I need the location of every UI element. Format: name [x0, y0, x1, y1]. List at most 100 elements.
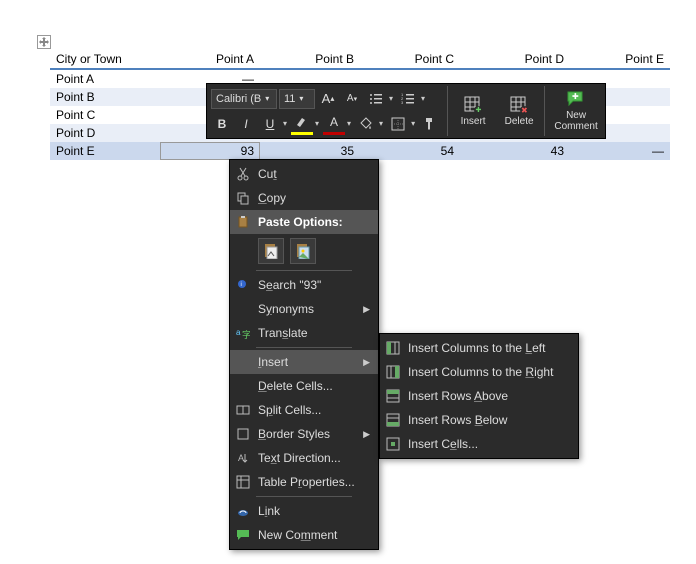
svg-text:a: a	[236, 328, 241, 337]
svg-text:✚: ✚	[572, 92, 579, 101]
menu-label: Insert Cells...	[408, 437, 570, 451]
insert-submenu: Insert Columns to the Left Insert Column…	[379, 333, 579, 459]
menu-label: Table Properties...	[258, 475, 370, 489]
menu-label: Translate	[258, 326, 370, 340]
table-header-row: City or Town Point A Point B Point C Poi…	[50, 50, 670, 69]
mini-toolbar: Calibri (B▾ 11▾ A▴ A▾ ▾ 123▾ B I U▾ ▾ A▾…	[206, 83, 606, 139]
bold-button[interactable]: B	[211, 113, 233, 135]
menu-delete-cells[interactable]: Delete Cells...	[230, 374, 378, 398]
numbering-button[interactable]: 123▾	[397, 88, 427, 110]
svg-text:A: A	[238, 453, 244, 463]
cut-icon	[234, 165, 252, 183]
insert-cells-icon	[384, 435, 402, 453]
paste-options-row	[230, 234, 378, 268]
col-point-e[interactable]: Point E	[570, 50, 670, 69]
menu-label: Cut	[258, 167, 370, 181]
menu-synonyms[interactable]: Synonyms▶	[230, 297, 378, 321]
menu-label: Insert Columns to the Right	[408, 365, 570, 379]
svg-text:✖: ✖	[521, 106, 528, 114]
col-point-d[interactable]: Point D	[460, 50, 570, 69]
menu-label: New Comment	[258, 528, 370, 542]
blank-icon	[234, 353, 252, 371]
font-color-button[interactable]: A▾	[323, 113, 353, 135]
submenu-insert-rows-below[interactable]: Insert Rows Below	[380, 408, 578, 432]
link-icon	[234, 502, 252, 520]
table-move-handle[interactable]	[37, 35, 51, 49]
menu-label: Border Styles	[258, 427, 357, 441]
paste-picture-button[interactable]	[290, 238, 316, 264]
menu-label: Insert Columns to the Left	[408, 341, 570, 355]
menu-label: Delete Cells...	[258, 379, 370, 393]
insert-table-button[interactable]: ✚ Insert	[450, 84, 496, 138]
menu-insert[interactable]: Insert▶	[230, 350, 378, 374]
menu-label: Paste Options:	[258, 215, 370, 229]
paste-keep-source-button[interactable]	[258, 238, 284, 264]
table-row[interactable]: Point E 93 35 54 43 —	[50, 142, 670, 160]
cell[interactable]: —	[570, 142, 670, 160]
row-label: Point B	[50, 88, 160, 106]
menu-label: Insert	[258, 355, 357, 369]
blank-icon	[234, 300, 252, 318]
submenu-insert-cols-left[interactable]: Insert Columns to the Left	[380, 336, 578, 360]
submenu-insert-cols-right[interactable]: Insert Columns to the Right	[380, 360, 578, 384]
text-direction-icon: A	[234, 449, 252, 467]
menu-translate[interactable]: a字 Translate	[230, 321, 378, 345]
col-point-c[interactable]: Point C	[360, 50, 460, 69]
italic-button[interactable]: I	[235, 113, 257, 135]
underline-button[interactable]: U▾	[259, 113, 289, 135]
font-size-combo[interactable]: 11▾	[279, 89, 315, 109]
submenu-insert-cells[interactable]: Insert Cells...	[380, 432, 578, 456]
new-comment-label: NewComment	[554, 110, 597, 132]
cell[interactable]: 54	[360, 142, 460, 160]
shrink-font-button[interactable]: A▾	[341, 88, 363, 110]
menu-label: Split Cells...	[258, 403, 370, 417]
paste-icon	[234, 213, 252, 231]
delete-table-button[interactable]: ✖ Delete	[496, 84, 542, 138]
highlight-color-button[interactable]: ▾	[291, 113, 321, 135]
col-city[interactable]: City or Town	[50, 50, 160, 69]
menu-label: Insert Rows Below	[408, 413, 570, 427]
menu-link[interactable]: Link	[230, 499, 378, 523]
menu-new-comment[interactable]: New Comment	[230, 523, 378, 547]
blank-icon	[234, 377, 252, 395]
cell[interactable]: 43	[460, 142, 570, 160]
menu-cut[interactable]: Cut	[230, 162, 378, 186]
insert-label: Insert	[461, 116, 486, 127]
svg-text:字: 字	[242, 329, 250, 340]
menu-label: Link	[258, 504, 370, 518]
grow-font-button[interactable]: A▴	[317, 88, 339, 110]
insert-rows-below-icon	[384, 411, 402, 429]
row-label: Point E	[50, 142, 160, 160]
menu-label: Insert Rows Above	[408, 389, 570, 403]
border-styles-icon	[234, 425, 252, 443]
menu-table-properties[interactable]: Table Properties...	[230, 470, 378, 494]
menu-paste-options-header: Paste Options:	[230, 210, 378, 234]
col-point-a[interactable]: Point A	[160, 50, 260, 69]
shading-button[interactable]: ▾	[355, 113, 385, 135]
menu-split-cells[interactable]: Split Cells...	[230, 398, 378, 422]
split-cells-icon	[234, 401, 252, 419]
svg-text:i: i	[241, 282, 242, 288]
cell-selected[interactable]: 93	[160, 142, 260, 160]
menu-border-styles[interactable]: Border Styles ▶	[230, 422, 378, 446]
font-name-combo[interactable]: Calibri (B▾	[211, 89, 277, 109]
insert-rows-above-icon	[384, 387, 402, 405]
row-label: Point A	[50, 69, 160, 88]
menu-copy[interactable]: Copy	[230, 186, 378, 210]
translate-icon: a字	[234, 324, 252, 342]
menu-text-direction[interactable]: AText Direction...	[230, 446, 378, 470]
submenu-insert-rows-above[interactable]: Insert Rows Above	[380, 384, 578, 408]
submenu-arrow-icon: ▶	[363, 429, 370, 440]
format-painter-button[interactable]	[419, 113, 441, 135]
insert-cols-right-icon	[384, 363, 402, 381]
table-properties-icon	[234, 473, 252, 491]
bullets-button[interactable]: ▾	[365, 88, 395, 110]
delete-label: Delete	[505, 116, 534, 127]
dropdown-arrow-icon: ▾	[265, 94, 269, 103]
col-point-b[interactable]: Point B	[260, 50, 360, 69]
borders-button[interactable]: ▾	[387, 113, 417, 135]
menu-search[interactable]: iSearch "93"	[230, 273, 378, 297]
row-label: Point C	[50, 106, 160, 124]
cell[interactable]: 35	[260, 142, 360, 160]
new-comment-button[interactable]: ✚ NewComment	[547, 84, 605, 138]
